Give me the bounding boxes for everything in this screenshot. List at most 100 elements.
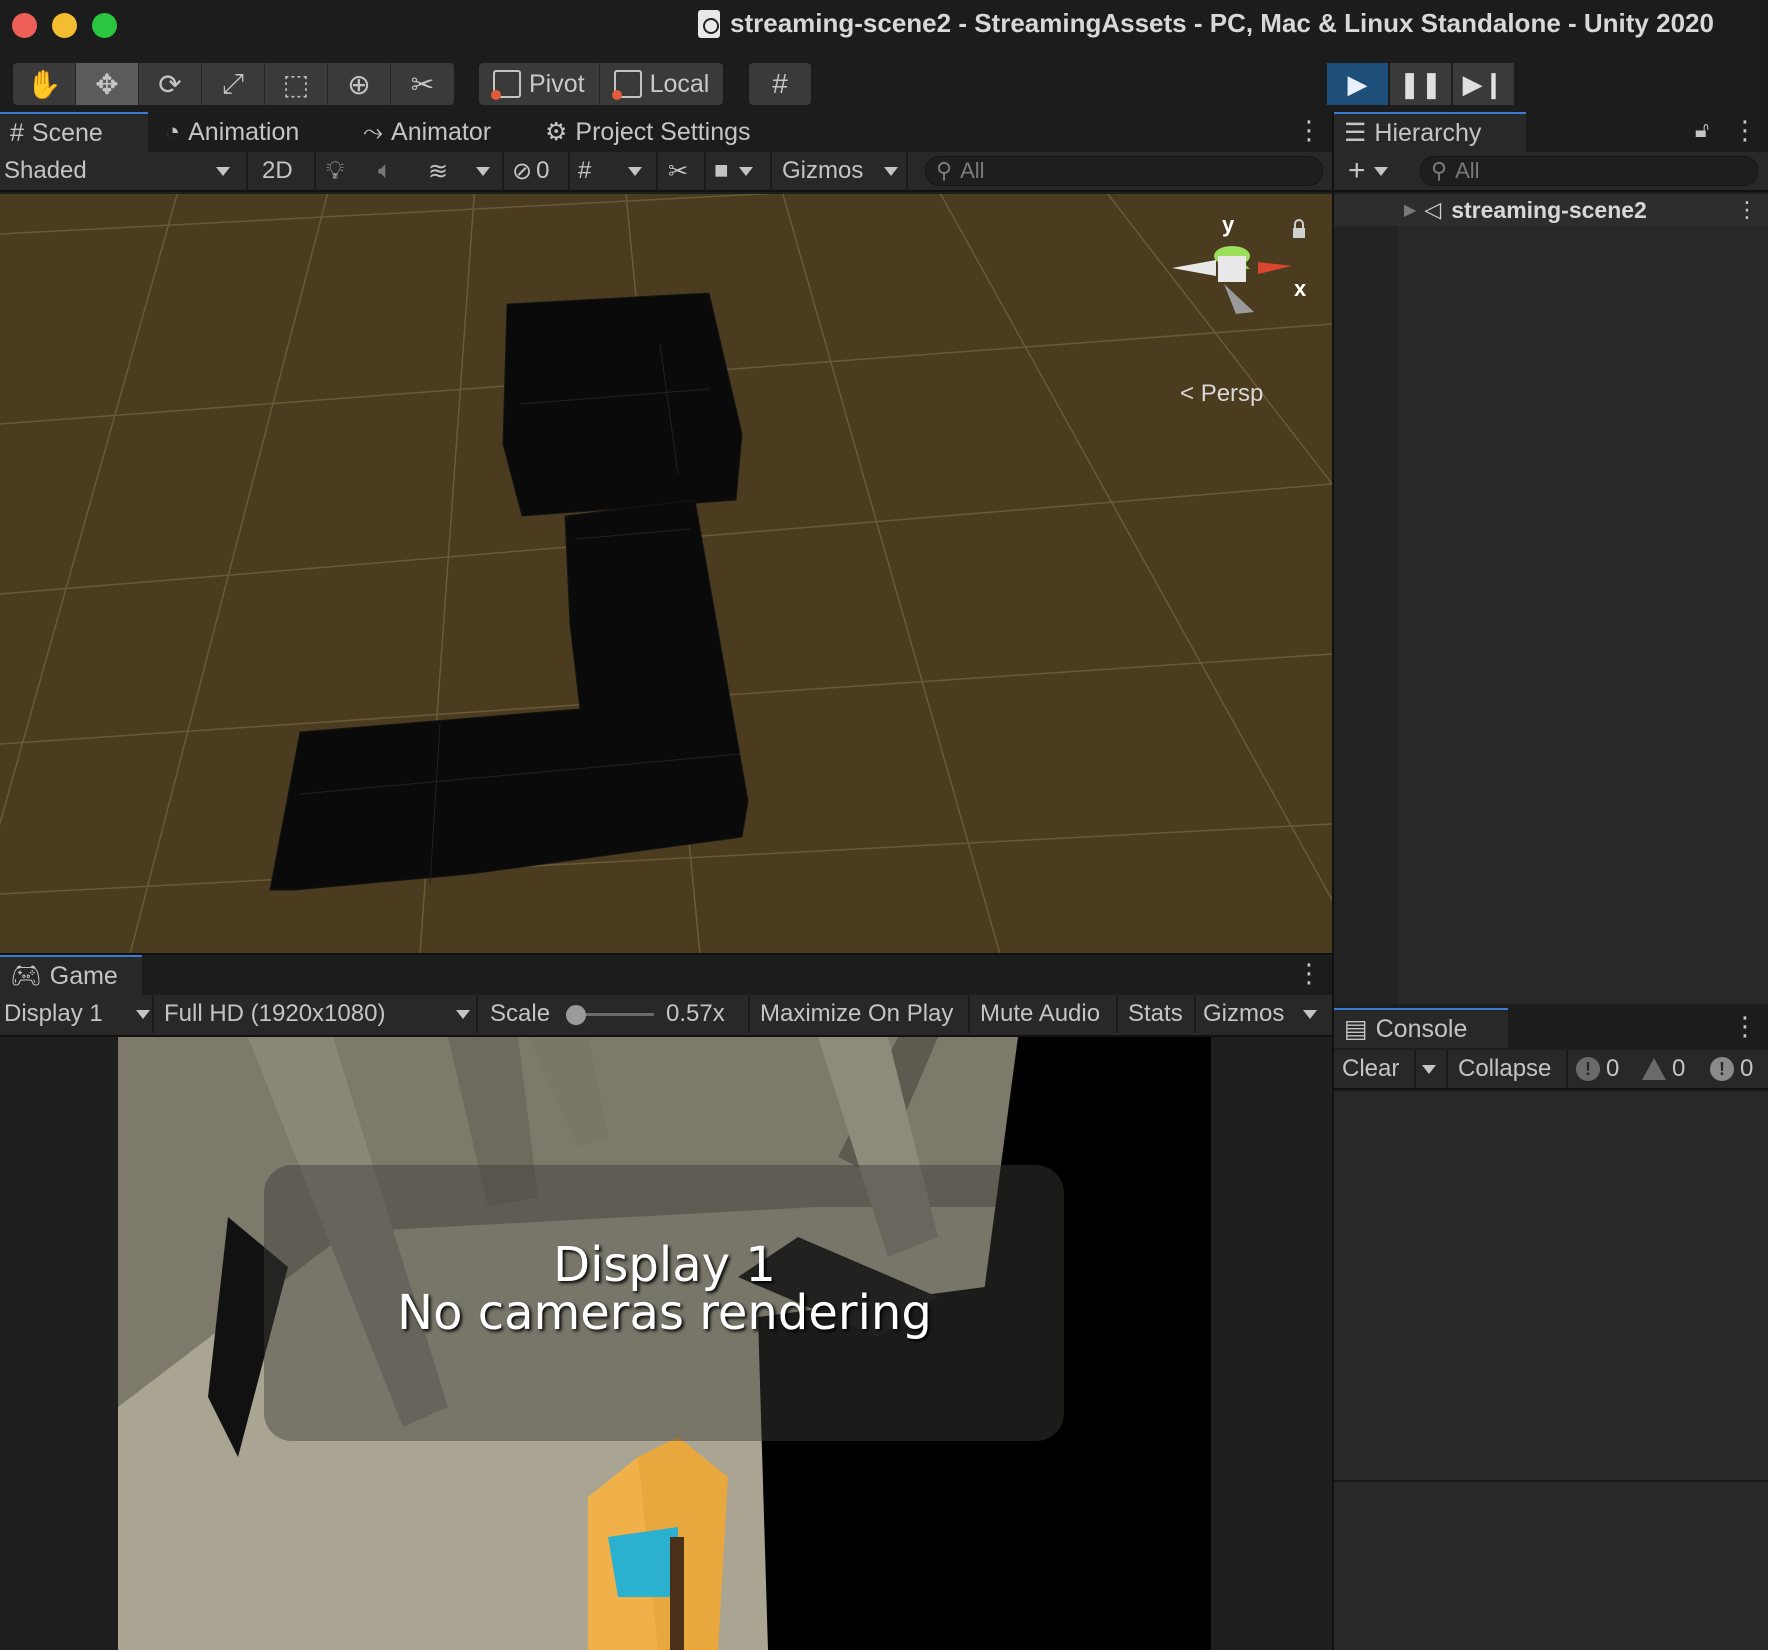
error-filter-toggle[interactable]: ! 0	[1710, 1050, 1753, 1088]
stats-toggle[interactable]: Stats	[1128, 995, 1183, 1033]
hand-tool-button[interactable]: ✋	[13, 63, 76, 105]
pivot-toggle[interactable]: Pivot	[479, 63, 600, 105]
separator	[502, 152, 504, 190]
close-window-button[interactable]	[12, 13, 37, 38]
gizmos-dropdown[interactable]	[884, 152, 898, 190]
tab-game[interactable]: 🎮︎ Game	[0, 955, 142, 995]
gizmos-label: Gizmos	[782, 157, 864, 184]
warning-filter-toggle[interactable]: 0	[1642, 1050, 1685, 1088]
character-outfit	[608, 1527, 678, 1597]
scale-tool-button[interactable]: ⤢	[202, 63, 265, 105]
console-log-list[interactable]	[1334, 1092, 1768, 1650]
expand-arrow-icon[interactable]: ▶	[1404, 200, 1416, 220]
search-icon: ⚲	[1431, 158, 1448, 183]
clear-options-dropdown[interactable]	[1422, 1050, 1436, 1088]
move-tool-button[interactable]: ✥	[76, 63, 139, 105]
hierarchy-tabbar: ☰ Hierarchy 🔓︎ ⋮	[1334, 112, 1768, 152]
play-button[interactable]: ▶	[1327, 63, 1388, 105]
game-toolbar: Display 1 Full HD (1920x1080) Scale 0.57…	[0, 995, 1332, 1037]
lock-icon[interactable]: 🔓︎	[1694, 116, 1710, 146]
clear-label: Clear	[1342, 1055, 1400, 1082]
error-icon: !	[1710, 1057, 1734, 1081]
hidden-objects-toggle[interactable]: ⊘ 0	[512, 152, 549, 190]
zoom-window-button[interactable]	[92, 13, 117, 38]
separator	[770, 152, 772, 190]
scene-panel-menu-icon[interactable]: ⋮	[1296, 116, 1322, 146]
custom-tool-button[interactable]: ✂	[391, 63, 454, 105]
grid-dropdown[interactable]	[628, 152, 642, 190]
2d-toggle[interactable]: 2D	[262, 152, 293, 190]
tab-project-settings[interactable]: ⚙ Project Settings	[535, 112, 761, 152]
stats-label: Stats	[1128, 1000, 1183, 1027]
console-menu-icon[interactable]: ⋮	[1732, 1012, 1758, 1042]
editor-tools-toggle[interactable]: ✂	[668, 152, 688, 190]
search-icon: ⚲	[936, 158, 953, 183]
game-gizmos-dropdown[interactable]	[1303, 995, 1317, 1033]
character-tail	[670, 1537, 684, 1650]
mute-audio-toggle[interactable]: Mute Audio	[980, 995, 1100, 1033]
minimize-window-button[interactable]	[52, 13, 77, 38]
game-viewport[interactable]: Display 1 No cameras rendering	[0, 1037, 1332, 1650]
move-icon: ✥	[95, 68, 119, 100]
scale-slider-thumb[interactable]	[566, 1005, 586, 1025]
tab-hierarchy[interactable]: ☰ Hierarchy	[1334, 112, 1526, 152]
console-detail-splitter[interactable]	[1334, 1480, 1768, 1482]
orientation-gizmo[interactable]	[1172, 246, 1292, 314]
grid-toggle[interactable]: #	[578, 152, 591, 190]
create-dropdown[interactable]: +	[1348, 152, 1388, 190]
tab-project-settings-label: Project Settings	[575, 117, 751, 146]
grid-snap-button[interactable]: #	[749, 63, 811, 105]
maximize-on-play-toggle[interactable]: Maximize On Play	[760, 995, 953, 1033]
game-panel-menu-icon[interactable]: ⋮	[1296, 959, 1322, 989]
tab-animation[interactable]: ◔ Animation	[155, 112, 309, 152]
scene-lock-icon[interactable]	[1293, 219, 1305, 238]
unity-scene-icon: ◁	[1424, 197, 1442, 222]
tab-scene[interactable]: # Scene	[0, 112, 148, 152]
game-gizmos-toggle[interactable]: Gizmos	[1203, 995, 1284, 1033]
camera-settings-dropdown[interactable]: ■	[714, 152, 753, 190]
mesh-block	[502, 292, 743, 517]
scene-viewport[interactable]: y x < Persp	[0, 194, 1332, 954]
resolution-dropdown[interactable]: Full HD (1920x1080)	[164, 995, 470, 1033]
chevron-down-icon	[884, 166, 898, 176]
info-filter-toggle[interactable]: ! 0	[1576, 1050, 1619, 1088]
rotate-tool-button[interactable]: ⟳	[139, 63, 202, 105]
tab-animator[interactable]: ⤳ Animator	[353, 112, 501, 152]
audio-toggle[interactable]: 🔈︎	[378, 152, 392, 190]
hierarchy-item[interactable]: ▶ ◁ streaming-scene2 ⋮	[1334, 194, 1768, 226]
tab-console[interactable]: ▤ Console	[1334, 1008, 1508, 1048]
window-title: streaming-scene2 - StreamingAssets - PC,…	[698, 8, 1714, 39]
pause-button[interactable]: ❚❚	[1390, 63, 1451, 105]
hierarchy-search-input[interactable]: ⚲ All	[1420, 156, 1758, 186]
console-toolbar: Clear Collapse ! 0 0 ! 0	[1334, 1050, 1768, 1090]
scale-slider[interactable]	[566, 995, 654, 1033]
gizmo-neg-z-cone	[1224, 284, 1254, 314]
list-icon: ☰	[1344, 119, 1367, 147]
hierarchy-item-menu-icon[interactable]: ⋮	[1736, 197, 1758, 223]
game-tabbar: 🎮︎ Game ⋮	[0, 955, 1332, 995]
projection-toggle[interactable]: < Persp	[1180, 380, 1263, 408]
draw-mode-dropdown[interactable]: Shaded	[4, 152, 230, 190]
handle-options: Pivot Local	[479, 63, 724, 105]
rect-tool-button[interactable]: ⬚	[265, 63, 328, 105]
hierarchy-menu-icon[interactable]: ⋮	[1732, 116, 1758, 146]
error-count: 0	[1740, 1055, 1754, 1082]
step-button[interactable]: ▶❙	[1453, 63, 1514, 105]
display-dropdown[interactable]: Display 1	[4, 995, 150, 1033]
gizmos-toggle[interactable]: Gizmos	[782, 152, 863, 190]
plus-icon: +	[1348, 154, 1366, 187]
lighting-toggle[interactable]: 💡︎	[326, 152, 344, 190]
effects-dropdown[interactable]	[476, 152, 490, 190]
grid-icon: #	[578, 157, 592, 184]
collapse-toggle[interactable]: Collapse	[1458, 1050, 1551, 1088]
local-toggle[interactable]: Local	[600, 63, 724, 105]
2d-label: 2D	[262, 157, 293, 184]
effects-toggle[interactable]: ≋	[428, 152, 448, 190]
clear-button[interactable]: Clear	[1342, 1050, 1399, 1088]
transform-tool-button[interactable]: ⊕	[328, 63, 391, 105]
separator	[568, 152, 570, 190]
chevron-left-icon: <	[1180, 380, 1195, 407]
separator	[748, 995, 750, 1033]
tab-game-label: Game	[49, 961, 118, 990]
scene-search-input[interactable]: ⚲ All	[925, 156, 1323, 186]
